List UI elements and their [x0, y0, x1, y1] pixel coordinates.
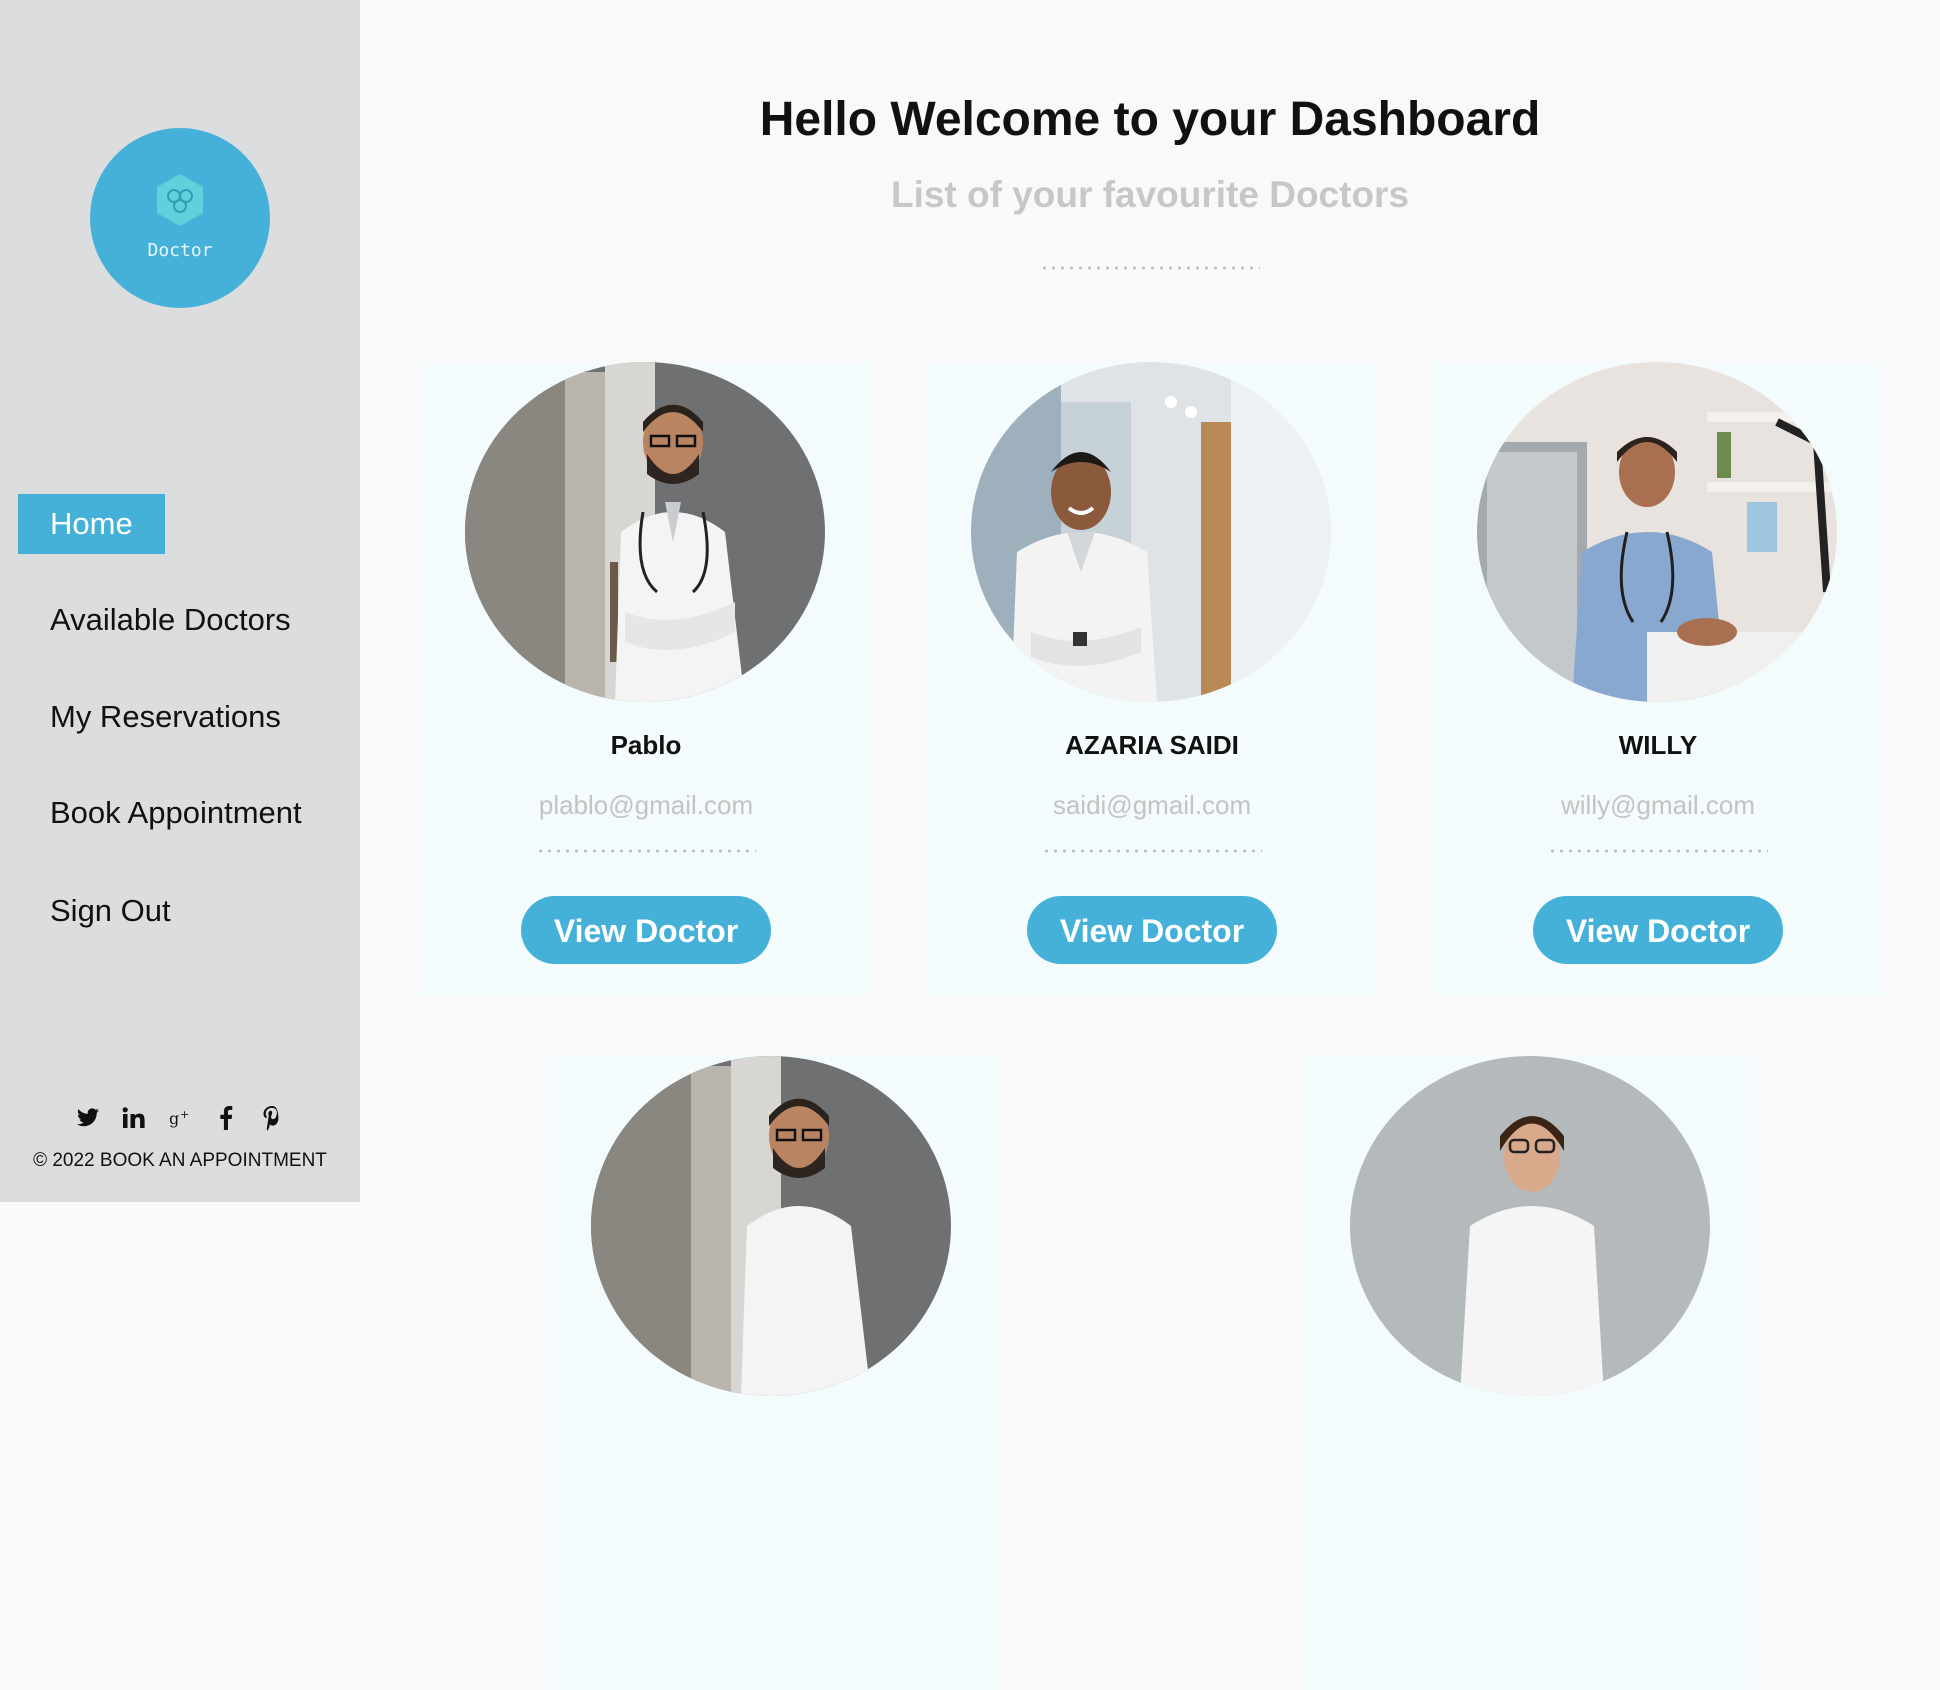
card-divider	[536, 849, 756, 853]
doctor-card	[1305, 1056, 1757, 1690]
doctor-email: willy@gmail.com	[1561, 790, 1755, 820]
view-doctor-button[interactable]: View Doctor	[521, 896, 771, 964]
doctor-card	[546, 1056, 998, 1690]
nav-item-book-appointment[interactable]: Book Appointment	[18, 783, 334, 843]
logo[interactable]: Doctor	[90, 128, 270, 308]
logo-text: Doctor	[147, 240, 213, 261]
google-plus-icon[interactable]: g +	[167, 1105, 193, 1131]
sidebar: Doctor Home Available Doctors My Reserva…	[0, 0, 360, 1202]
card-divider	[1548, 849, 1768, 853]
page-title: Hello Welcome to your Dashboard	[759, 93, 1541, 146]
doctor-email: saidi@gmail.com	[1052, 790, 1252, 820]
page-subtitle: List of your favourite Doctors	[890, 174, 1410, 215]
svg-text:g: g	[169, 1109, 179, 1128]
doctor-card: AZARIA SAIDI saidi@gmail.com View Doctor	[926, 362, 1378, 996]
view-doctor-button[interactable]: View Doctor	[1027, 896, 1277, 964]
doctor-logo-icon	[157, 174, 203, 226]
doctor-name: AZARIA SAIDI	[1065, 730, 1239, 760]
doctor-photo	[591, 1056, 951, 1396]
twitter-icon[interactable]	[75, 1105, 101, 1131]
social-links: g +	[0, 1100, 360, 1136]
nav-item-available-doctors[interactable]: Available Doctors	[18, 590, 323, 650]
doctor-name: WILLY	[1618, 730, 1698, 760]
main-content: Hello Welcome to your Dashboard List of …	[360, 0, 1940, 1690]
doctor-photo	[971, 362, 1331, 702]
doctor-card: Pablo plablo@gmail.com View Doctor	[420, 362, 872, 996]
nav-item-sign-out[interactable]: Sign Out	[18, 881, 203, 941]
copyright: © 2022 BOOK AN APPOINTMENT	[33, 1150, 327, 1171]
card-divider	[1042, 849, 1262, 853]
facebook-icon[interactable]	[213, 1105, 239, 1131]
doctor-photo	[465, 362, 825, 702]
title-divider	[1040, 266, 1260, 270]
view-doctor-button[interactable]: View Doctor	[1533, 896, 1783, 964]
doctor-card: WILLY willy@gmail.com View Doctor	[1432, 362, 1884, 996]
doctor-photo	[1350, 1056, 1710, 1396]
pinterest-icon[interactable]	[259, 1105, 285, 1131]
nav-item-my-reservations[interactable]: My Reservations	[18, 687, 313, 747]
nav-item-home[interactable]: Home	[18, 494, 165, 554]
doctor-email: plablo@gmail.com	[538, 790, 754, 820]
svg-text:+: +	[180, 1108, 189, 1121]
linkedin-icon[interactable]	[121, 1105, 147, 1131]
doctor-photo	[1477, 362, 1837, 702]
doctor-name: Pablo	[610, 730, 682, 760]
